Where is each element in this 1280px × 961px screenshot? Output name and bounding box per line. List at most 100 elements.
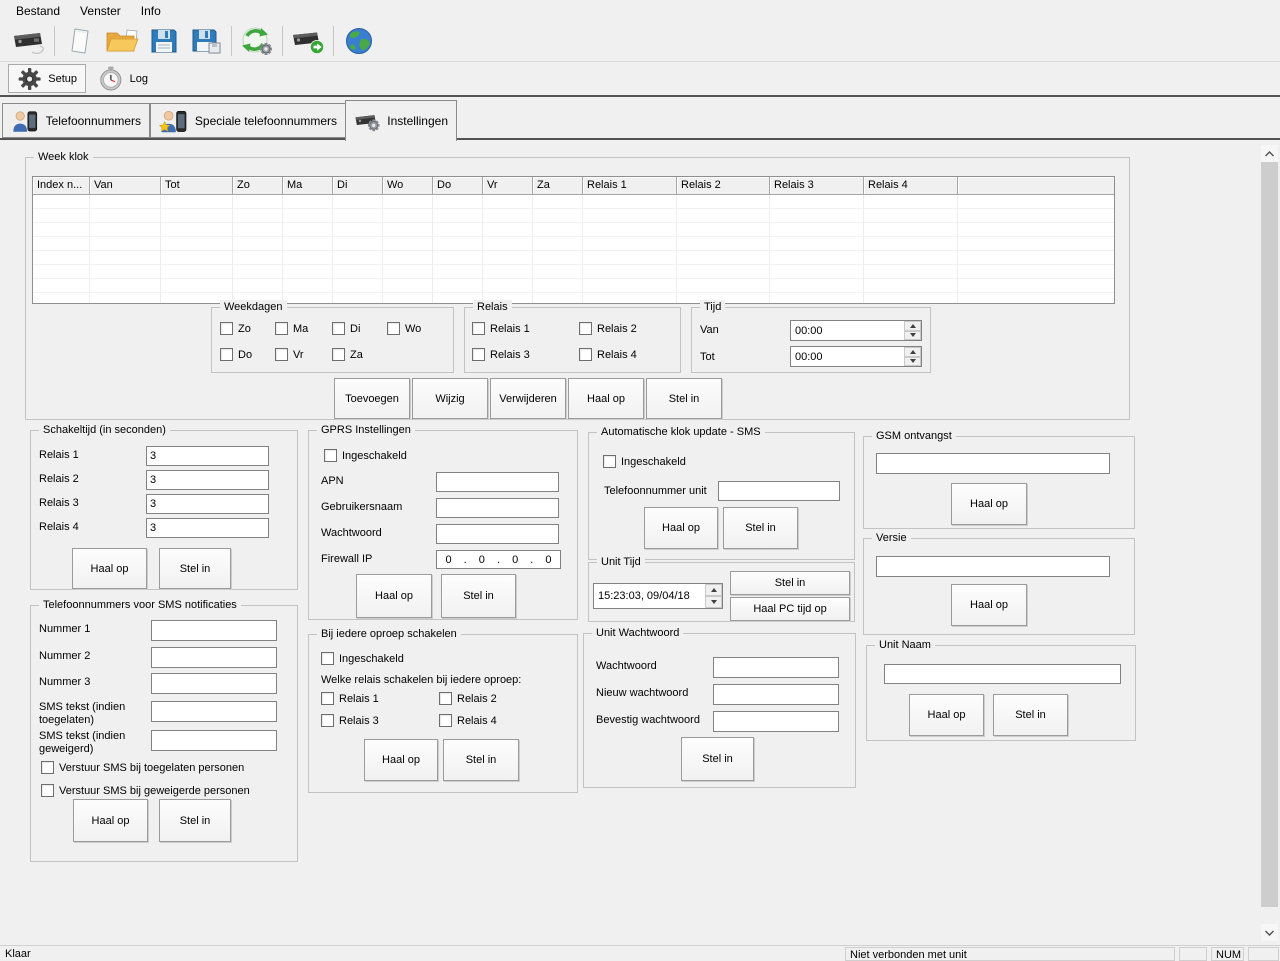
klok-update-haal-op-button[interactable]: Haal op [644,507,718,549]
tab-telefoonnummers[interactable]: Telefoonnummers [2,103,150,138]
sms-notificaties-haal-op-button[interactable]: Haal op [73,799,148,842]
tab-setup[interactable]: Setup [8,64,86,93]
apn-input[interactable] [436,472,559,492]
oproep-haal-op-button[interactable]: Haal op [364,739,438,781]
send-to-unit-button[interactable] [287,23,329,59]
vertical-scrollbar[interactable] [1261,145,1278,941]
col-header-za[interactable]: Za [533,177,583,195]
schakeltijd-stel-in-button[interactable]: Stel in [159,548,231,589]
sms-notificaties-stel-in-button[interactable]: Stel in [159,799,231,842]
menu-venster[interactable]: Venster [70,1,131,21]
nummer1-input[interactable] [151,620,277,641]
oproep-stel-in-button[interactable]: Stel in [443,739,519,781]
checkbox-relais1[interactable] [472,322,485,335]
schakeltijd-relais4-input[interactable] [146,518,269,538]
checkbox-do[interactable] [220,348,233,361]
bevestig-wachtwoord-input[interactable] [713,711,839,732]
gebruikersnaam-input[interactable] [436,498,559,518]
col-header-relais2[interactable]: Relais 2 [677,177,770,195]
week-klok-table-body[interactable] [33,195,1114,303]
wachtwoord-input[interactable] [713,657,839,678]
spin-up-button[interactable] [705,584,722,596]
stel-in-button[interactable]: Stel in [646,378,722,419]
nummer2-input[interactable] [151,647,277,668]
tab-instellingen[interactable]: Instellingen [345,100,457,141]
unit-naam-input[interactable] [884,664,1121,684]
firewall-ip-input[interactable]: 0 . 0 . 0 . 0 [436,550,561,569]
scrollbar-thumb[interactable] [1261,162,1278,907]
gprs-haal-op-button[interactable]: Haal op [356,574,432,618]
checkbox-za[interactable] [332,348,345,361]
unit-naam-haal-op-button[interactable]: Haal op [909,694,984,736]
col-header-do[interactable]: Do [433,177,483,195]
checkbox-di[interactable] [332,322,345,335]
col-header-index[interactable]: Index n... [33,177,90,195]
checkbox-ma[interactable] [275,322,288,335]
spin-down-button[interactable] [904,330,921,340]
save-button[interactable] [143,23,185,59]
nieuw-wachtwoord-input[interactable] [713,684,839,705]
scroll-down-button[interactable] [1261,924,1278,941]
verstuur-sms-geweigerd-checkbox[interactable] [41,784,54,797]
wijzig-button[interactable]: Wijzig [412,378,488,419]
sync-settings-button[interactable] [236,23,278,59]
spin-down-button[interactable] [705,596,722,608]
checkbox-relais3[interactable] [472,348,485,361]
tijd-tot-spinner[interactable]: 00:00 [790,346,922,367]
oproep-relais1-checkbox[interactable] [321,692,334,705]
unit-tijd-spinner[interactable]: 15:23:03, 09/04/18 [593,583,723,609]
col-header-zo[interactable]: Zo [233,177,283,195]
tab-log[interactable]: Log [90,64,156,93]
sms-tekst-toegelaten-input[interactable] [151,701,277,722]
nummer3-input[interactable] [151,673,277,694]
checkbox-vr[interactable] [275,348,288,361]
tijd-van-spinner[interactable]: 00:00 [790,320,922,341]
menu-bestand[interactable]: Bestand [6,1,70,21]
sms-tekst-geweigerd-input[interactable] [151,730,277,751]
col-header-di[interactable]: Di [333,177,383,195]
gprs-stel-in-button[interactable]: Stel in [441,574,516,618]
versie-input[interactable] [876,556,1110,577]
checkbox-wo[interactable] [387,322,400,335]
haal-op-button[interactable]: Haal op [568,378,644,419]
col-header-wo[interactable]: Wo [383,177,433,195]
verwijderen-button[interactable]: Verwijderen [490,378,566,419]
gsm-ontvangst-input[interactable] [876,453,1110,474]
col-header-relais4[interactable]: Relais 4 [864,177,958,195]
klok-update-ingeschakeld-checkbox[interactable] [603,455,616,468]
gprs-wachtwoord-input[interactable] [436,524,559,544]
spin-up-button[interactable] [904,321,921,331]
toevoegen-button[interactable]: Toevoegen [334,378,410,419]
unit-tijd-stel-in-button[interactable]: Stel in [730,571,850,595]
open-file-button[interactable] [101,23,143,59]
col-header-vr[interactable]: Vr [483,177,533,195]
menu-info[interactable]: Info [131,1,171,21]
oproep-relais4-checkbox[interactable] [439,714,452,727]
new-file-button[interactable] [59,23,101,59]
col-header-ma[interactable]: Ma [283,177,333,195]
klok-update-stel-in-button[interactable]: Stel in [723,507,798,549]
checkbox-zo[interactable] [220,322,233,335]
oproep-ingeschakeld-checkbox[interactable] [321,652,334,665]
tab-speciale-telefoonnummers[interactable]: Speciale telefoonnummers [150,103,346,138]
checkbox-relais2[interactable] [579,322,592,335]
unit-wachtwoord-stel-in-button[interactable]: Stel in [681,737,754,781]
col-header-relais3[interactable]: Relais 3 [770,177,864,195]
unit-naam-stel-in-button[interactable]: Stel in [993,694,1068,736]
gprs-ingeschakeld-checkbox[interactable] [324,449,337,462]
gsm-ontvangst-haal-op-button[interactable]: Haal op [951,483,1027,525]
schakeltijd-relais1-input[interactable] [146,446,269,466]
scroll-up-button[interactable] [1261,145,1278,162]
checkbox-relais4[interactable] [579,348,592,361]
schakeltijd-relais2-input[interactable] [146,470,269,490]
col-header-relais1[interactable]: Relais 1 [583,177,677,195]
connect-unit-button[interactable] [8,23,50,59]
week-klok-table[interactable]: Index n... Van Tot Zo Ma Di Wo Do Vr Za … [32,176,1115,304]
versie-haal-op-button[interactable]: Haal op [951,584,1027,626]
spin-down-button[interactable] [904,356,921,366]
spin-up-button[interactable] [904,347,921,357]
web-button[interactable] [338,23,380,59]
telefoonnummer-unit-input[interactable] [718,481,840,501]
save-as-button[interactable] [185,23,227,59]
haal-pc-tijd-op-button[interactable]: Haal PC tijd op [730,597,850,621]
